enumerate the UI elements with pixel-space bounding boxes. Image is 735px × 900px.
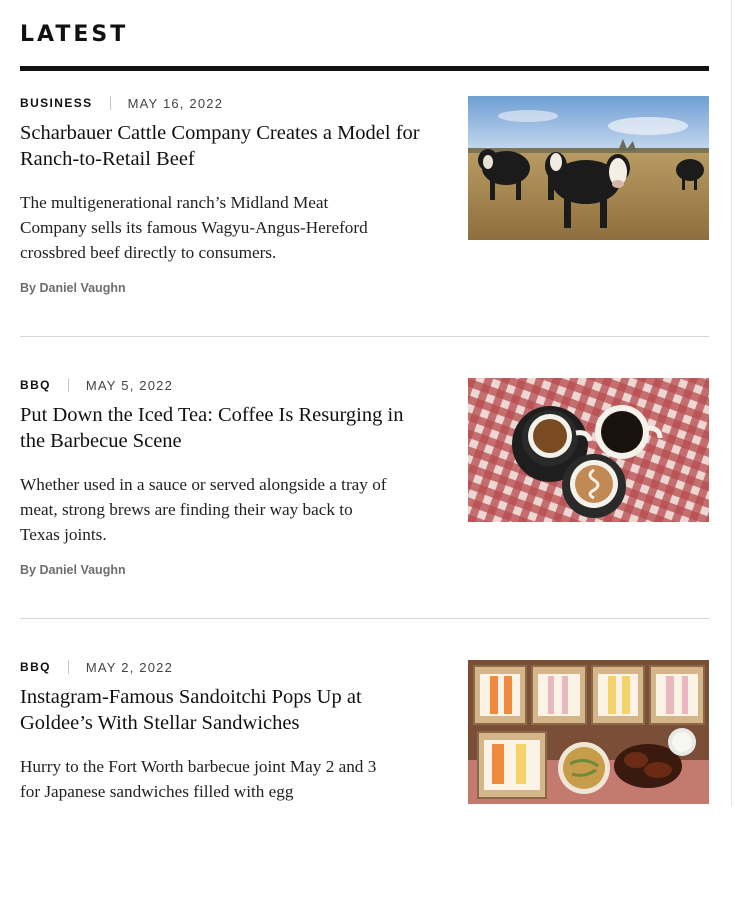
byline-prefix: By	[20, 281, 36, 295]
article-divider	[20, 336, 709, 337]
section-heavy-rule	[20, 66, 709, 71]
byline: By Daniel Vaughn	[20, 563, 126, 577]
article-card: BBQ MAY 2, 2022 Instagram-Famous Sandoit…	[20, 660, 709, 900]
article-headline-link[interactable]: Put Down the Iced Tea: Coffee Is Resurgi…	[20, 402, 420, 454]
article-dek: Whether used in a sauce or served alongs…	[20, 475, 387, 544]
article-meta: BBQ MAY 5, 2022	[20, 377, 174, 393]
article-headline-link[interactable]: Instagram-Famous Sandoitchi Pops Up at G…	[20, 684, 420, 736]
page-edge-rule	[731, 0, 732, 806]
category-link[interactable]: BUSINESS	[20, 96, 93, 110]
meta-separator	[109, 96, 111, 110]
publish-date: MAY 16, 2022	[127, 95, 224, 111]
article-meta: BUSINESS MAY 16, 2022	[20, 95, 224, 111]
publish-date: MAY 2, 2022	[85, 659, 174, 675]
sandwich-boxes-photo-icon[interactable]	[468, 660, 709, 804]
category-link[interactable]: BBQ	[20, 378, 51, 392]
byline: By Daniel Vaughn	[20, 281, 126, 295]
section-title: LATEST	[20, 22, 129, 47]
article-meta: BBQ MAY 2, 2022	[20, 659, 174, 675]
article-card: BBQ MAY 5, 2022 Put Down the Iced Tea: C…	[20, 378, 709, 618]
meta-separator	[67, 378, 69, 392]
meta-separator	[67, 660, 69, 674]
article-card: BUSINESS MAY 16, 2022 Scharbauer Cattle …	[20, 96, 709, 336]
article-headline-link[interactable]: Scharbauer Cattle Company Creates a Mode…	[20, 120, 420, 172]
cattle-photo-icon[interactable]	[468, 96, 709, 240]
article-divider	[20, 618, 709, 619]
article-dek: The multigenerational ranch’s Midland Me…	[20, 193, 368, 262]
author-link[interactable]: Daniel Vaughn	[39, 281, 125, 295]
coffee-cups-photo-icon[interactable]	[468, 378, 709, 522]
article-dek: Hurry to the Fort Worth barbecue joint M…	[20, 757, 377, 801]
author-link[interactable]: Daniel Vaughn	[39, 563, 125, 577]
publish-date: MAY 5, 2022	[85, 377, 174, 393]
byline-prefix: By	[20, 563, 36, 577]
category-link[interactable]: BBQ	[20, 660, 51, 674]
